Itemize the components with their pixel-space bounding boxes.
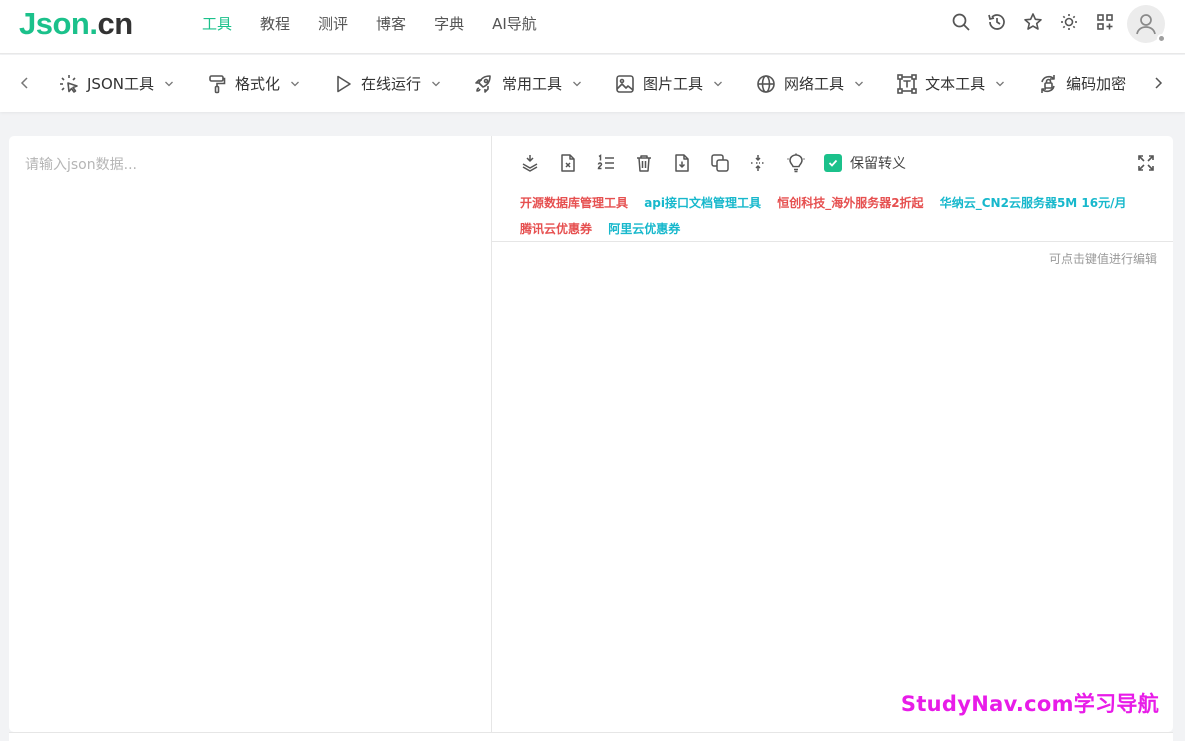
toolnav-image-tools[interactable]: 图片工具 — [614, 73, 723, 95]
rocket-icon — [473, 73, 495, 95]
ad-link[interactable]: 华纳云_CN2云服务器5M 16元/月 — [940, 196, 1127, 210]
toolbar-divider — [492, 241, 1173, 242]
chevron-down-icon — [290, 79, 300, 89]
chevron-down-icon — [431, 79, 441, 89]
keep-escape-checkbox[interactable] — [824, 154, 842, 172]
play-icon — [332, 73, 354, 95]
toolnav-json-tools[interactable]: JSON工具 — [58, 73, 174, 95]
toolnav-encoding[interactable]: 编码加密 — [1037, 73, 1126, 95]
image-icon — [614, 73, 636, 95]
site-logo[interactable]: Json.cn — [19, 6, 133, 42]
footer-edge — [9, 732, 1173, 741]
ad-link[interactable]: 恒创科技_海外服务器2折起 — [777, 196, 923, 210]
topnav-tools[interactable]: 工具 — [202, 13, 232, 34]
top-header: Json.cn 工具 教程 测评 博客 字典 AI导航 — [0, 0, 1185, 54]
toolnav-common-tools[interactable]: 常用工具 — [473, 73, 582, 95]
edit-hint: 可点击键值进行编辑 — [1048, 252, 1157, 266]
tool-categories: JSON工具 格式化 在线运行 常用工具 图片工具 网络工具 文本工具 编码加密 — [58, 55, 1158, 112]
paint-roller-icon — [206, 73, 228, 95]
watermark: StudyNav.com学习导航 — [900, 692, 1159, 716]
toolnav-text-tools[interactable]: 文本工具 — [896, 73, 1005, 95]
toolnav-network-tools[interactable]: 网络工具 — [755, 73, 864, 95]
status-dot — [1157, 34, 1166, 43]
search-icon[interactable] — [951, 12, 971, 32]
scroll-right-icon[interactable] — [1151, 73, 1165, 93]
globe-icon — [755, 73, 777, 95]
checkmark-icon — [828, 159, 838, 167]
chevron-down-icon — [164, 79, 174, 89]
text-frame-icon — [896, 73, 918, 95]
toolnav-run-online[interactable]: 在线运行 — [332, 73, 441, 95]
download-file-icon[interactable] — [672, 153, 692, 173]
star-icon[interactable] — [1023, 12, 1043, 32]
fullscreen-icon[interactable] — [1137, 154, 1155, 172]
input-pane — [9, 136, 492, 732]
topnav-tutorial[interactable]: 教程 — [260, 13, 290, 34]
topnav-review[interactable]: 测评 — [318, 13, 348, 34]
copy-icon[interactable] — [710, 153, 730, 173]
toolnav-format[interactable]: 格式化 — [206, 73, 300, 95]
history-icon[interactable] — [987, 12, 1007, 32]
topnav-ai-nav[interactable]: AI导航 — [492, 13, 537, 34]
output-pane: 保留转义 开源数据库管理工具 api接口文档管理工具 恒创科技_海外服务器2折起… — [492, 136, 1173, 732]
theme-sun-icon[interactable] — [1059, 12, 1079, 32]
chevron-down-icon — [995, 79, 1005, 89]
user-avatar[interactable] — [1127, 5, 1166, 43]
header-actions — [935, 12, 1115, 32]
chevron-down-icon — [572, 79, 582, 89]
apps-icon[interactable] — [1095, 12, 1115, 32]
ad-link[interactable]: api接口文档管理工具 — [644, 196, 761, 210]
trash-icon[interactable] — [634, 153, 654, 173]
lightbulb-icon[interactable] — [786, 153, 806, 173]
output-toolbar: 保留转义 — [520, 153, 906, 173]
json-editor: 保留转义 开源数据库管理工具 api接口文档管理工具 恒创科技_海外服务器2折起… — [9, 136, 1173, 732]
keep-escape-label[interactable]: 保留转义 — [850, 153, 906, 173]
json-input[interactable] — [9, 136, 491, 732]
ad-link[interactable]: 阿里云优惠券 — [608, 222, 680, 236]
ad-links: 开源数据库管理工具 api接口文档管理工具 恒创科技_海外服务器2折起 华纳云_… — [520, 190, 1160, 242]
encode-icon — [1037, 73, 1059, 95]
tool-nav-bar: JSON工具 格式化 在线运行 常用工具 图片工具 网络工具 文本工具 编码加密 — [0, 55, 1185, 112]
excel-file-icon[interactable] — [558, 153, 578, 173]
collapse-layers-icon[interactable] — [520, 153, 540, 173]
ordered-list-icon[interactable] — [596, 153, 616, 173]
compress-icon[interactable] — [748, 153, 768, 173]
topnav-dictionary[interactable]: 字典 — [434, 13, 464, 34]
ad-link[interactable]: 腾讯云优惠券 — [520, 222, 592, 236]
scroll-left-icon[interactable] — [18, 73, 32, 93]
topnav-blog[interactable]: 博客 — [376, 13, 406, 34]
chevron-down-icon — [854, 79, 864, 89]
top-nav: 工具 教程 测评 博客 字典 AI导航 — [188, 0, 551, 46]
chevron-down-icon — [713, 79, 723, 89]
ad-link[interactable]: 开源数据库管理工具 — [520, 196, 628, 210]
cursor-click-icon — [58, 73, 80, 95]
